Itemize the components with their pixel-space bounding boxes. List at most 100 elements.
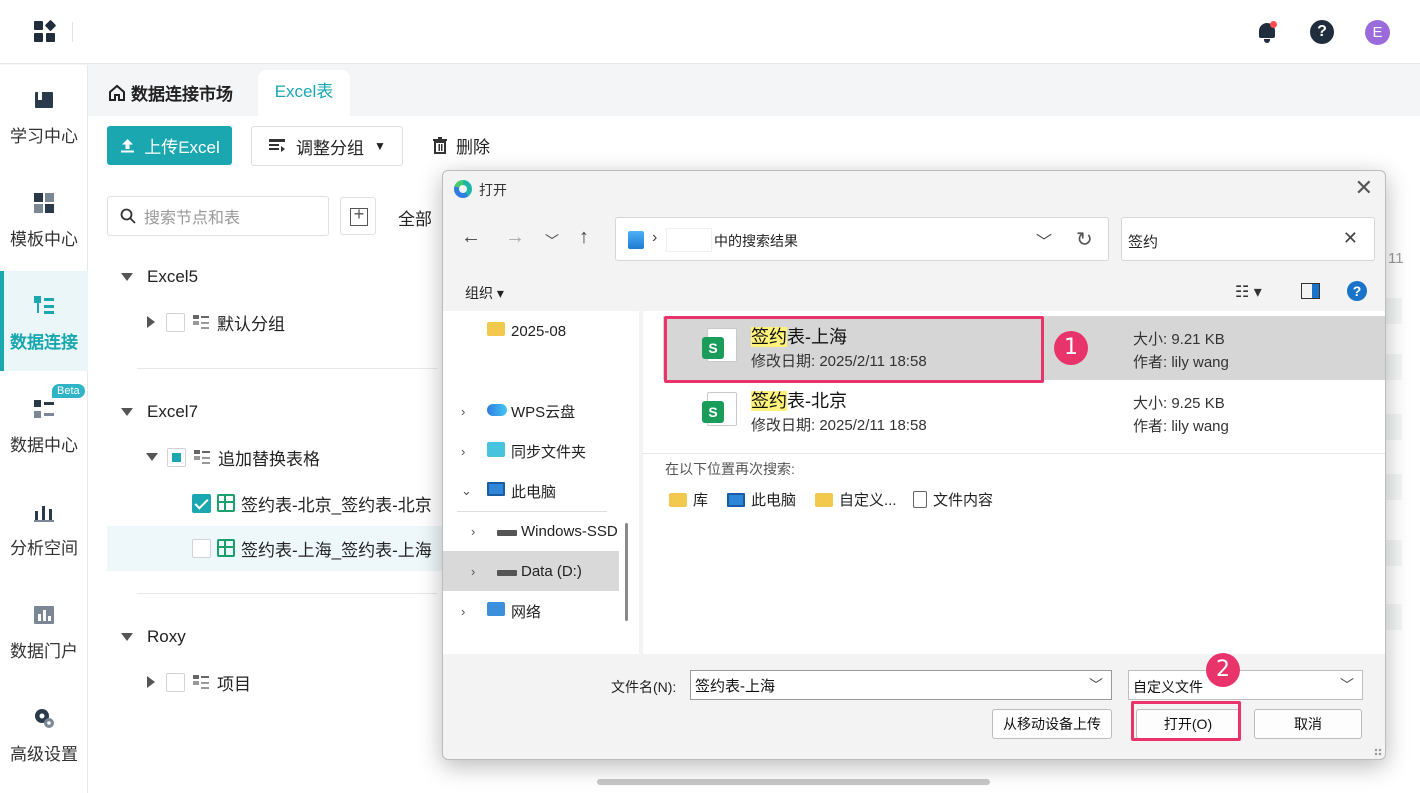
group-icon <box>194 450 210 464</box>
nav-label: 网络 <box>511 603 542 621</box>
path-separator-icon: › <box>652 229 658 246</box>
tree-node-default-group[interactable]: 默认分组 <box>147 300 285 344</box>
tree-node-roxy[interactable]: Roxy <box>121 615 186 659</box>
checkbox[interactable] <box>166 312 185 332</box>
nav-scrollbar[interactable] <box>625 523 628 621</box>
caret-right-icon[interactable] <box>147 316 155 328</box>
chevron-down-icon[interactable]: ﹀ <box>1089 675 1103 695</box>
data-center-icon <box>34 400 54 418</box>
chevron-right-icon[interactable]: › <box>471 564 475 579</box>
chevron-right-icon[interactable]: › <box>471 524 475 539</box>
caret-right-icon[interactable] <box>147 676 155 688</box>
chevron-right-icon[interactable]: › <box>461 444 465 459</box>
nav-data-d[interactable]: › Data (D:) <box>443 551 619 591</box>
tab-excel[interactable]: Excel表 <box>258 70 350 116</box>
search-again-this-pc[interactable]: 此电脑 <box>727 489 796 510</box>
nav-item-settings[interactable]: 高级设置 <box>0 683 88 783</box>
tree-node-sheet-shanghai[interactable]: 签约表-上海_签约表-上海 <box>192 526 432 570</box>
chevron-down-icon[interactable]: ⌄ <box>461 483 472 499</box>
back-arrow-icon[interactable]: ← <box>461 226 481 249</box>
tree-node-replace-group[interactable]: 追加替换表格 <box>146 435 320 479</box>
location-label: 文件内容 <box>933 492 994 509</box>
location-label: 此电脑 <box>751 492 797 509</box>
sync-folder-icon <box>487 441 505 461</box>
checkbox[interactable] <box>166 672 185 692</box>
library-icon <box>669 492 687 507</box>
delete-label: 删除 <box>456 138 490 157</box>
left-nav: 学习中心 模板中心 数据连接 Beta 数据中心 分析空间 数据门户 高级设置 <box>0 65 88 793</box>
help-icon[interactable]: ? <box>1310 20 1334 44</box>
tree-node-excel7[interactable]: Excel7 <box>121 390 198 434</box>
annotation-step-1: 1 <box>1054 331 1088 365</box>
horizontal-scrollbar[interactable] <box>597 779 990 785</box>
bell-icon[interactable] <box>1256 20 1278 44</box>
edge-browser-icon <box>454 180 472 198</box>
chevron-right-icon[interactable]: › <box>461 604 465 619</box>
clear-search-icon[interactable]: ✕ <box>1343 228 1358 249</box>
refresh-icon[interactable]: ↻ <box>1076 227 1093 252</box>
cancel-button[interactable]: 取消 <box>1254 709 1362 739</box>
nav-folder-2025-08[interactable]: 2025-08 <box>443 311 639 351</box>
nav-item-data-center[interactable]: Beta 数据中心 <box>0 374 88 474</box>
forward-arrow-icon[interactable]: → <box>505 226 525 249</box>
chevron-right-icon[interactable]: › <box>461 404 465 419</box>
recent-chevron-icon[interactable]: ﹀ <box>545 231 559 251</box>
upload-from-mobile-button[interactable]: 从移动设备上传 <box>992 709 1112 739</box>
checkbox-checked[interactable] <box>192 493 211 513</box>
computer-icon <box>727 492 745 507</box>
file-item-beijing[interactable]: S 签约表-北京 修改日期: 2025/2/11 18:58 大小: 9.25 … <box>663 380 1385 444</box>
chevron-down-icon[interactable]: ﹀ <box>1340 675 1354 695</box>
address-bar[interactable]: › 中的搜索结果 ﹀ ↻ <box>615 217 1109 261</box>
navigation-pane: 2025-08 › WPS云盘 › 同步文件夹 ⌄ 此电脑 › Windows-… <box>443 311 639 654</box>
sheet-icon <box>217 494 235 512</box>
preview-pane-icon[interactable] <box>1301 283 1320 299</box>
delete-button[interactable]: 删除 <box>432 133 490 158</box>
search-again-library[interactable]: 库 <box>669 489 708 510</box>
avatar[interactable]: E <box>1365 20 1390 45</box>
nav-this-pc[interactable]: ⌄ 此电脑 <box>443 471 639 511</box>
nav-sync-folder[interactable]: › 同步文件夹 <box>443 431 639 471</box>
dialog-search-input[interactable]: 签约 ✕ <box>1121 217 1375 261</box>
up-arrow-icon[interactable]: ↑ <box>579 226 589 249</box>
upload-excel-button[interactable]: 上传Excel <box>107 126 232 165</box>
nav-label: 此电脑 <box>511 483 557 501</box>
nav-windows-ssd[interactable]: › Windows-SSD <box>443 511 639 551</box>
nav-item-learning[interactable]: 学习中心 <box>0 65 88 165</box>
caret-down-icon[interactable] <box>121 273 133 281</box>
chevron-down-icon[interactable]: ﹀ <box>1036 228 1052 252</box>
tree-node-excel5[interactable]: Excel5 <box>121 255 198 299</box>
expand-all-button[interactable] <box>340 197 377 235</box>
checkbox[interactable] <box>192 538 211 558</box>
caret-down-icon[interactable] <box>121 633 133 641</box>
nav-item-data-connect[interactable]: 数据连接 <box>0 271 88 371</box>
filter-all[interactable]: 全部 <box>398 205 432 230</box>
organize-menu[interactable]: 组织 ▾ <box>465 283 504 303</box>
nav-item-portal[interactable]: 数据门户 <box>0 580 88 680</box>
nav-wps-cloud[interactable]: › WPS云盘 <box>443 391 639 431</box>
filetype-select[interactable]: 自定义文件 ﹀ <box>1128 670 1363 700</box>
app-grid-icon[interactable] <box>34 19 57 43</box>
resize-grip-icon[interactable] <box>1374 748 1382 756</box>
caret-down-icon[interactable] <box>121 408 133 416</box>
search-again-file-content[interactable]: 文件内容 <box>913 489 993 510</box>
document-search-icon <box>913 491 927 508</box>
nav-label: 分析空间 <box>10 539 78 558</box>
view-options-icon[interactable]: ☷ ▾ <box>1235 282 1262 302</box>
adjust-group-button[interactable]: 调整分组 ▼ <box>251 126 403 166</box>
dialog-title: 打开 <box>479 182 507 198</box>
search-again-custom[interactable]: 自定义... <box>815 489 897 510</box>
tree-node-sheet-beijing[interactable]: 签约表-北京_签约表-北京 <box>192 481 432 525</box>
tab-home[interactable]: 数据连接市场 <box>108 80 233 105</box>
close-icon[interactable]: ✕ <box>1355 177 1373 199</box>
node-search-input[interactable]: 搜索节点和表 <box>107 196 329 236</box>
dialog-help-icon[interactable]: ? <box>1347 281 1367 301</box>
caret-down-icon[interactable] <box>146 453 158 461</box>
nav-item-analysis[interactable]: 分析空间 <box>0 477 88 577</box>
checkbox-partial[interactable] <box>167 447 186 467</box>
filename-input[interactable]: 签约表-上海 ﹀ <box>690 670 1112 700</box>
nav-label: WPS云盘 <box>511 403 576 421</box>
nav-network[interactable]: › 网络 <box>443 591 639 631</box>
dialog-title-bar[interactable]: 打开 ✕ <box>443 171 1385 207</box>
tree-node-project[interactable]: 项目 <box>147 660 251 704</box>
nav-item-template[interactable]: 模板中心 <box>0 168 88 268</box>
